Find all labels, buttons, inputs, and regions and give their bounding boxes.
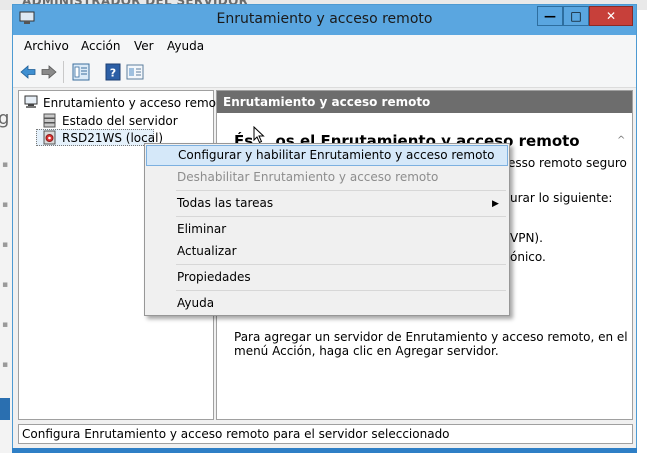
background-mark: ▪: [2, 280, 9, 290]
minimize-button[interactable]: —: [537, 6, 563, 26]
details-line: VPN).: [510, 231, 543, 245]
back-arrow-icon[interactable]: [19, 63, 37, 81]
background-left-edge: [0, 10, 12, 453]
svg-text:?: ?: [110, 67, 116, 80]
ctx-properties[interactable]: Propiedades: [146, 267, 508, 288]
routing-root-icon: [24, 95, 38, 108]
console-tree-icon[interactable]: [72, 63, 90, 81]
details-pane-header: Enrutamiento y acceso remoto: [217, 91, 632, 113]
details-line: urar lo siguiente:: [510, 191, 613, 205]
details-line: esso remoto seguro: [508, 156, 627, 170]
background-mark: ▪: [2, 360, 9, 370]
background-mark: ▪: [2, 160, 9, 170]
background-mark: ▪: [2, 200, 9, 210]
ctx-separator: [176, 264, 506, 265]
details-line: Para agregar un servidor de Enrutamiento…: [234, 330, 628, 344]
local-server-icon: [43, 130, 56, 145]
menu-ver[interactable]: Ver: [134, 39, 154, 53]
status-bar: Configura Enrutamiento y acceso remoto p…: [18, 424, 633, 444]
forward-arrow-icon[interactable]: [40, 63, 58, 81]
details-line: ónico.: [510, 250, 546, 264]
ctx-separator: [176, 190, 506, 191]
mouse-cursor-icon: [253, 126, 265, 144]
ctx-delete[interactable]: Eliminar: [146, 219, 508, 240]
close-button[interactable]: ✕: [589, 6, 633, 26]
background-bottom-bar: [12, 448, 637, 453]
scroll-up-icon[interactable]: ^: [617, 135, 625, 146]
menu-ayuda[interactable]: Ayuda: [167, 39, 204, 53]
ctx-all-tasks[interactable]: Todas las tareas: [146, 193, 508, 214]
background-mark: ▪: [2, 240, 9, 250]
background-mark: ▪: [2, 320, 9, 330]
tree-item-root[interactable]: Enrutamiento y acceso remoto: [43, 96, 228, 114]
toolbar-separator: [63, 61, 64, 83]
ctx-configure-enable[interactable]: Configurar y habilitar Enrutamiento y ac…: [146, 145, 508, 166]
properties-icon[interactable]: [126, 63, 144, 81]
ctx-disable[interactable]: Deshabilitar Enrutamiento y acceso remot…: [146, 167, 508, 188]
menu-accion[interactable]: Acción: [81, 39, 120, 53]
background-right-edge: [637, 10, 647, 453]
details-line: menú Acción, haga clic en Agregar servid…: [234, 344, 499, 358]
menu-archivo[interactable]: Archivo: [24, 39, 69, 53]
maximize-button[interactable]: □: [563, 6, 589, 26]
help-icon[interactable]: ?: [104, 63, 122, 81]
ctx-separator: [176, 216, 506, 217]
ctx-help[interactable]: Ayuda: [146, 293, 508, 314]
server-status-icon: [43, 113, 56, 128]
ctx-separator: [176, 290, 506, 291]
background-letter: g: [0, 108, 10, 129]
submenu-arrow-icon: ▶: [492, 199, 499, 209]
ctx-refresh[interactable]: Actualizar: [146, 241, 508, 262]
background-taskbar-fragment: [0, 398, 10, 420]
